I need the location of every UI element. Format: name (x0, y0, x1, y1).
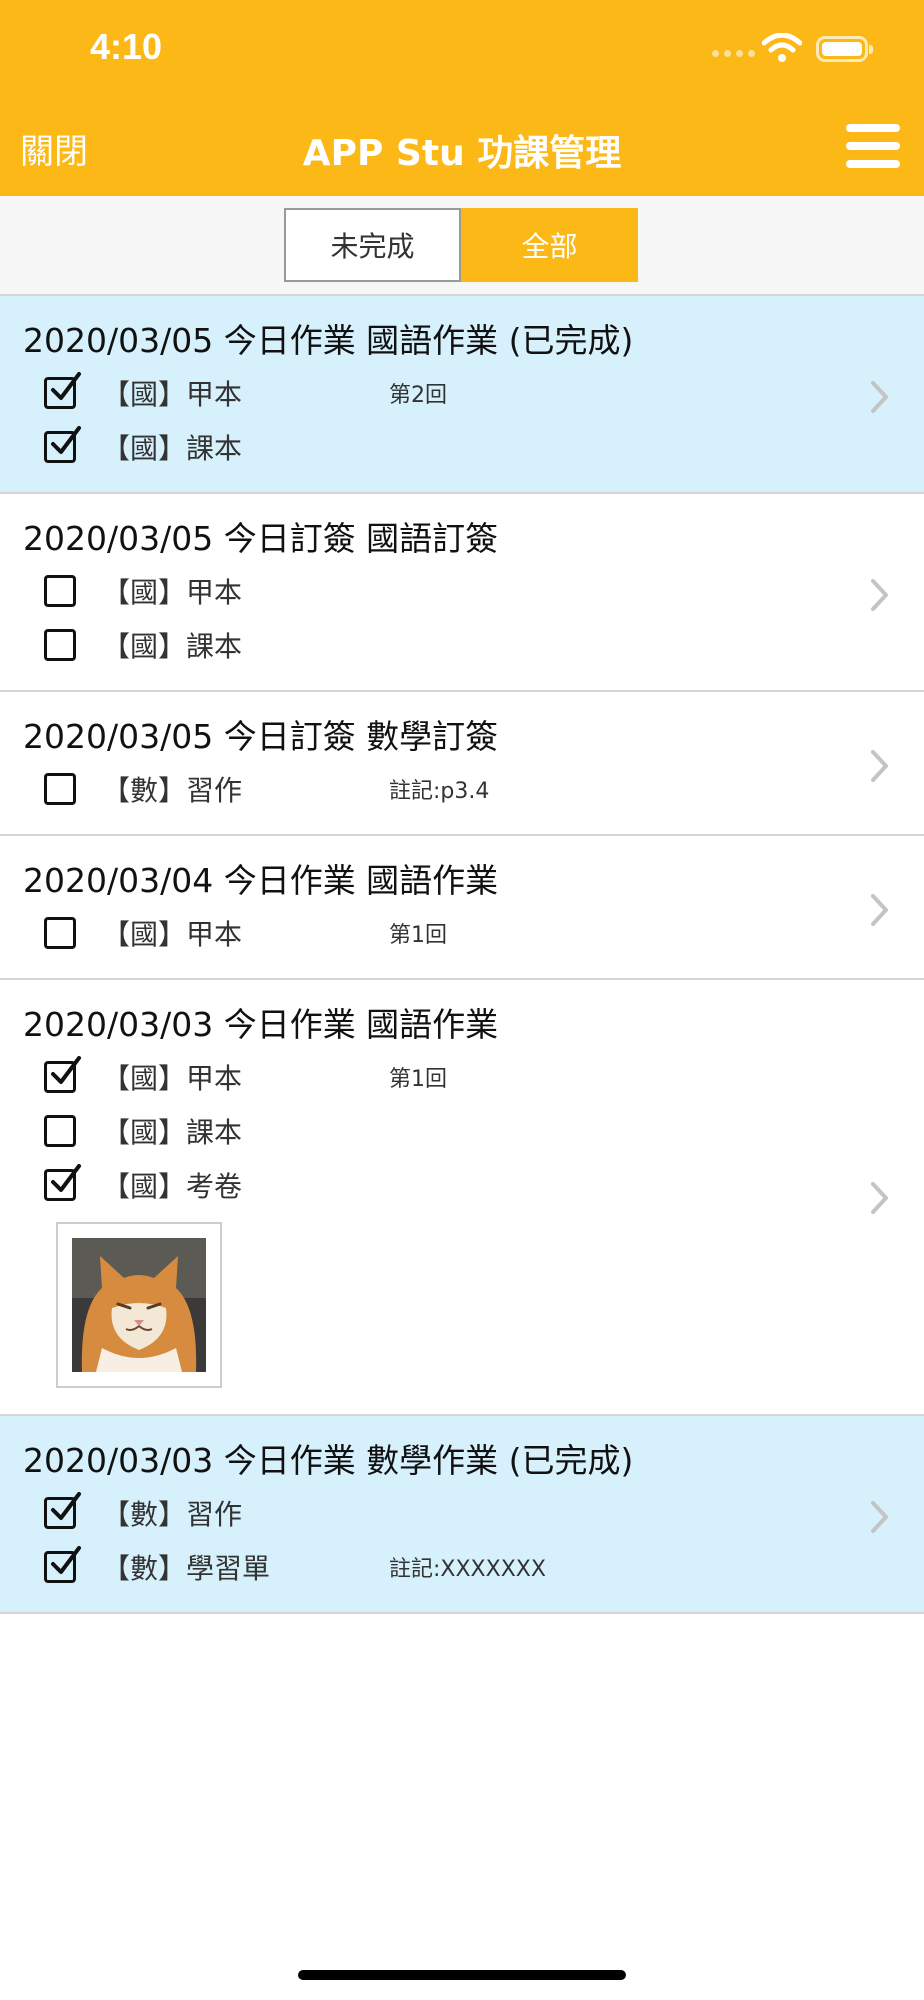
checkbox-icon[interactable] (44, 1115, 76, 1147)
homework-item-note: 第1回 (389, 923, 447, 948)
homework-card-title: 2020/03/03 今日作業 國語作業 (23, 1005, 499, 1044)
chevron-right-icon[interactable] (870, 1500, 890, 1534)
homework-item-note: 第2回 (389, 383, 447, 408)
homework-item-label: 【數】習作 (102, 1498, 243, 1531)
homework-card[interactable]: 2020/03/05 今日訂簽 國語訂簽【國】甲本【國】課本 (0, 494, 924, 692)
checkbox-checked-icon[interactable] (44, 1546, 81, 1583)
checkbox-icon[interactable] (44, 575, 76, 607)
homework-card-title: 2020/03/03 今日作業 數學作業 (已完成) (23, 1441, 634, 1480)
homework-item: 【國】甲本 第1回 (44, 917, 664, 957)
homework-item-label: 【國】課本 (102, 432, 243, 465)
checkbox-checked-icon[interactable] (44, 372, 81, 409)
status-time: 4:10 (90, 26, 163, 67)
homework-card-title: 2020/03/05 今日作業 國語作業 (已完成) (23, 321, 634, 360)
homework-item: 【國】考卷 (44, 1164, 664, 1209)
homework-item-label: 【數】習作 (102, 774, 243, 807)
homework-item: 【國】課本 (44, 629, 664, 669)
homework-card[interactable]: 2020/03/03 今日作業 國語作業【國】甲本 第1回【國】課本【國】考卷 (0, 980, 924, 1416)
homework-card[interactable]: 2020/03/05 今日作業 國語作業 (已完成) 【國】甲本 第2回【國】課本 (0, 296, 924, 494)
chevron-right-icon[interactable] (870, 749, 890, 783)
battery-icon (816, 36, 873, 62)
homework-card-title: 2020/03/05 今日訂簽 數學訂簽 (23, 717, 499, 756)
homework-item-label: 【國】課本 (102, 630, 243, 663)
checkbox-checked-icon[interactable] (44, 1164, 81, 1201)
homework-card[interactable]: 2020/03/03 今日作業 數學作業 (已完成) 【數】習作【數】學習單 註記:… (0, 1416, 924, 1614)
cellular-signal-icon (712, 50, 755, 57)
homework-item-note: 註記:p3.4 (389, 779, 490, 804)
checkbox-checked-icon[interactable] (44, 1492, 81, 1529)
homework-item: 【數】學習單 註記:XXXXXXX (44, 1546, 664, 1591)
homework-item-note: 第1回 (389, 1067, 447, 1092)
homework-card-title: 2020/03/05 今日訂簽 國語訂簽 (23, 519, 499, 558)
homework-item-label: 【國】甲本 (102, 918, 243, 951)
navigation-header: 4:10 關閉 APP Stu 功課管理 (0, 0, 924, 196)
homework-item: 【數】習作 註記:p3.4 (44, 773, 664, 813)
filter-bar: 未完成 全部 (0, 196, 924, 296)
attachment-photo-thumbnail[interactable] (56, 1222, 222, 1388)
homework-item: 【國】甲本 第2回 (44, 372, 664, 417)
homework-card-title: 2020/03/04 今日作業 國語作業 (23, 861, 499, 900)
homework-item-note: 註記:XXXXXXX (389, 1557, 546, 1582)
homework-item: 【數】習作 (44, 1492, 664, 1537)
home-indicator[interactable] (298, 1970, 626, 1980)
homework-item-label: 【國】課本 (102, 1116, 243, 1149)
homework-item-label: 【國】甲本 (102, 576, 243, 609)
chevron-right-icon[interactable] (870, 893, 890, 927)
homework-list: 2020/03/05 今日作業 國語作業 (已完成) 【國】甲本 第2回 【國】課本 2… (0, 296, 924, 1614)
chevron-right-icon[interactable] (870, 578, 890, 612)
wifi-icon (762, 33, 802, 62)
hamburger-menu-icon[interactable] (846, 124, 900, 168)
homework-card[interactable]: 2020/03/05 今日訂簽 數學訂簽【數】習作 註記:p3.4 (0, 692, 924, 836)
segmented-filter: 未完成 全部 (284, 208, 638, 282)
homework-item-label: 【國】甲本 (102, 1062, 243, 1095)
checkbox-icon[interactable] (44, 917, 76, 949)
homework-item-label: 【國】考卷 (102, 1170, 243, 1203)
filter-all-tab[interactable]: 全部 (461, 208, 638, 282)
filter-incomplete-tab[interactable]: 未完成 (284, 208, 461, 282)
chevron-right-icon[interactable] (870, 380, 890, 414)
checkbox-checked-icon[interactable] (44, 426, 81, 463)
homework-item: 【國】甲本 (44, 575, 664, 615)
homework-item-label: 【數】學習單 (102, 1552, 271, 1585)
checkbox-icon[interactable] (44, 629, 76, 661)
checkbox-icon[interactable] (44, 773, 76, 805)
homework-card[interactable]: 2020/03/04 今日作業 國語作業【國】甲本 第1回 (0, 836, 924, 980)
homework-item: 【國】甲本 第1回 (44, 1056, 664, 1101)
checkbox-checked-icon[interactable] (44, 1056, 81, 1093)
chevron-right-icon[interactable] (870, 1181, 890, 1215)
page-title: APP Stu 功課管理 (302, 133, 622, 174)
homework-item: 【國】課本 (44, 1115, 664, 1155)
homework-item: 【國】課本 (44, 426, 664, 471)
homework-item-label: 【國】甲本 (102, 378, 243, 411)
